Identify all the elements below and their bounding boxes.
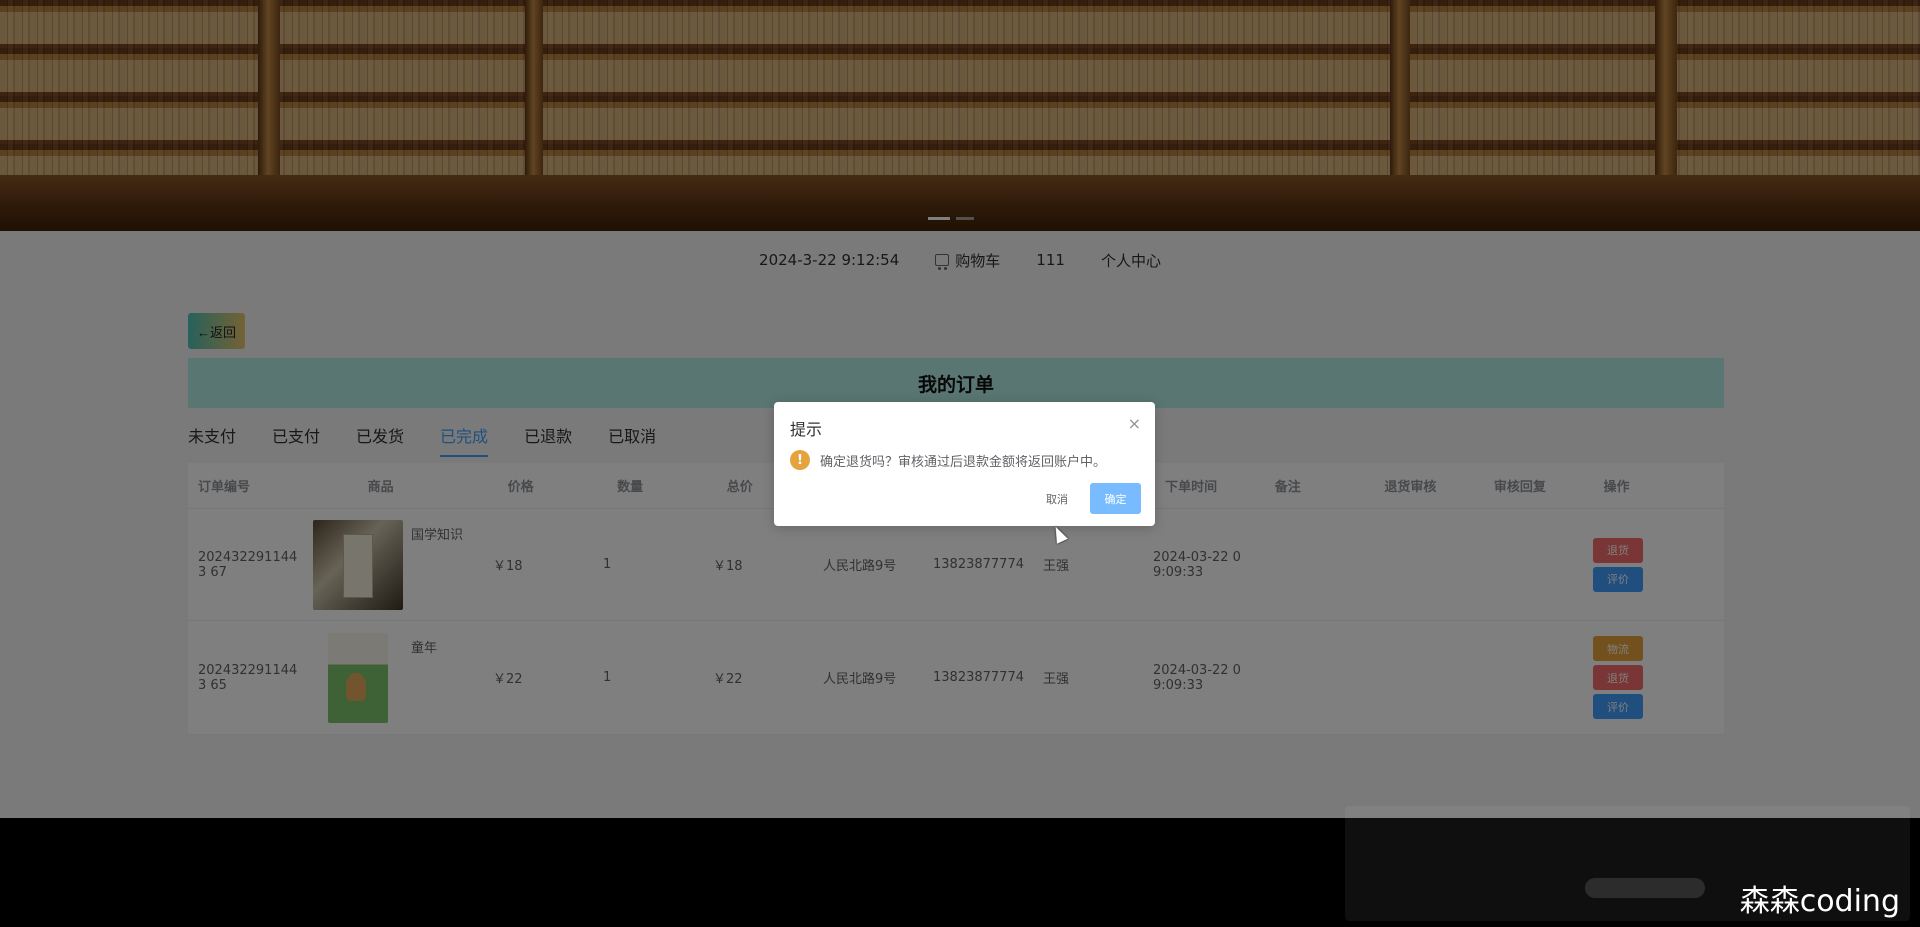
dialog-actions: 取消 确定 [1034, 483, 1141, 514]
confirm-button[interactable]: 确定 [1090, 483, 1141, 514]
close-icon[interactable]: × [1128, 414, 1141, 433]
page: 2024-3-22 9:12:54 购物车 111 个人中心 ←返回 我的订单 … [0, 0, 1920, 818]
warning-icon: ! [790, 450, 810, 470]
dialog-message: 确定退货吗？审核通过后退款金额将返回账户中。 [820, 454, 1107, 470]
cancel-button[interactable]: 取消 [1034, 483, 1080, 514]
dialog-title: 提示 [790, 420, 823, 439]
dialog-body: ! 确定退货吗？审核通过后退款金额将返回账户中。 [790, 450, 1106, 470]
confirm-dialog: 提示 × ! 确定退货吗？审核通过后退款金额将返回账户中。 取消 确定 [774, 402, 1155, 526]
blurred-text [1585, 878, 1705, 898]
watermark: 森森coding [1739, 884, 1900, 919]
